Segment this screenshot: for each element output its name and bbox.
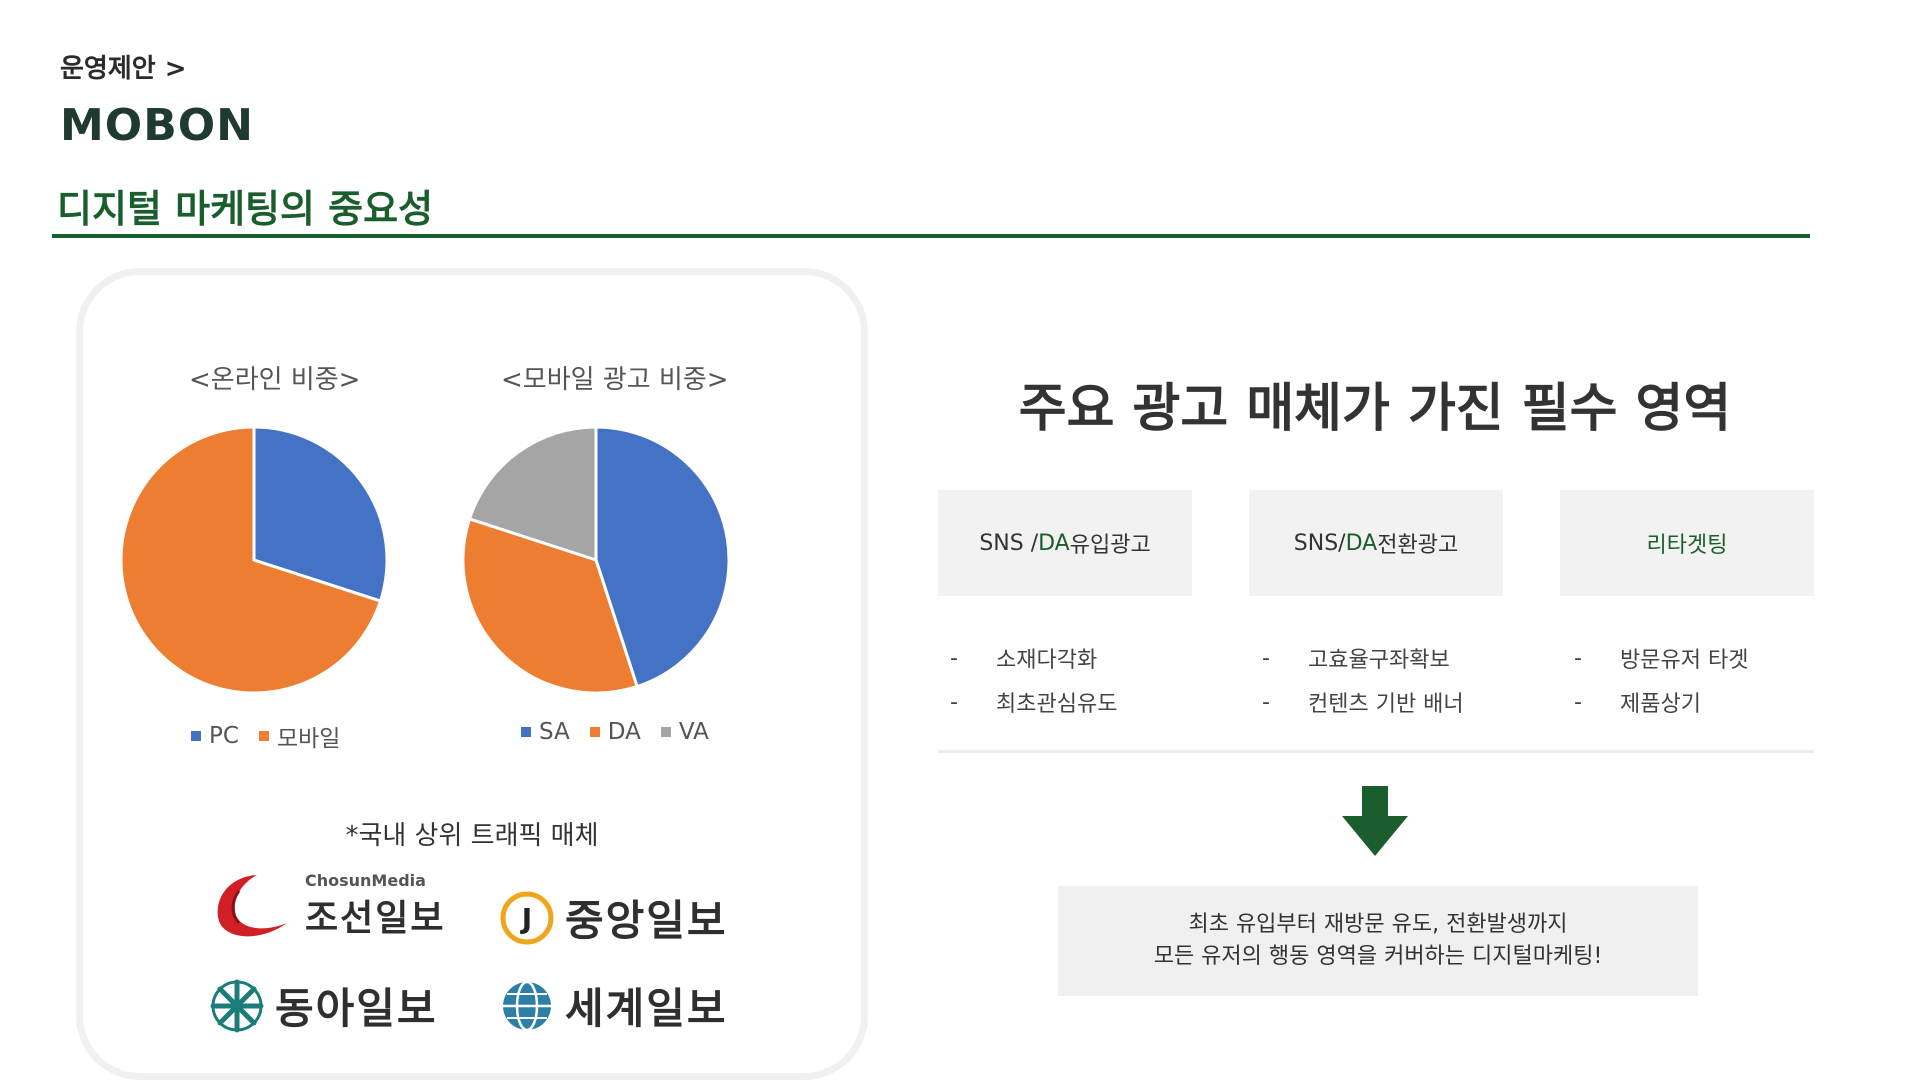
legend-swatch <box>660 727 671 737</box>
card-label-pre: SNS/ <box>1293 530 1346 556</box>
svg-text:J: J <box>520 902 532 935</box>
arrow-down-icon <box>1342 786 1408 856</box>
list-item: - 방문유저 타겟 <box>1574 636 1748 680</box>
legend-label: VA <box>678 719 709 745</box>
pie-chart-online <box>119 425 389 695</box>
brand-title: MOBON <box>60 100 254 151</box>
legend-item: VA <box>660 719 709 745</box>
bullet-list-inflow: - 소재다각화 - 최초관심유도 <box>950 636 1117 724</box>
list-item: - 제품상기 <box>1574 680 1748 724</box>
list-item: - 고효율구좌확보 <box>1262 636 1464 680</box>
slide: 운영제안 > MOBON 디지털 마케팅의 중요성 <온라인 비중> PC 모바일… <box>0 0 1920 1080</box>
logo-joongang: J 중앙일보 <box>499 887 728 948</box>
legend-item: DA <box>589 719 641 745</box>
pie-title-online: <온라인 비중> <box>189 365 361 395</box>
bullet-text: 고효율구좌확보 <box>1308 648 1450 673</box>
summary-box: 최초 유입부터 재방문 유도, 전환발생까지 모든 유저의 행동 영역을 커버하… <box>1058 886 1698 996</box>
legend-label: 모바일 <box>276 726 341 752</box>
summary-line-2: 모든 유저의 행동 영역을 커버하는 디지털마케팅! <box>1153 944 1603 969</box>
card-label-accent: DA <box>1038 530 1070 556</box>
bullet-text: 소재다각화 <box>996 648 1098 673</box>
logo-name-chosun: 조선일보 <box>305 898 446 939</box>
legend-item: 모바일 <box>258 719 341 753</box>
bullet-dash: - <box>1262 645 1270 671</box>
card-retargeting[interactable]: 리타겟팅 <box>1560 490 1814 596</box>
legend-swatch <box>589 727 600 737</box>
legend-online: PC 모바일 <box>191 719 340 753</box>
logo-chosun: ChosunMedia 조선일보 <box>209 871 445 943</box>
card-label-accent: DA <box>1345 530 1378 556</box>
bullet-dash: - <box>1262 689 1270 715</box>
list-item: - 컨텐츠 기반 배너 <box>1262 680 1464 724</box>
section-title: 주요 광고 매체가 가진 필수 영역 <box>1018 379 1732 439</box>
bullet-list-retargeting: - 방문유저 타겟 - 제품상기 <box>1574 636 1748 724</box>
card-label-post: 유입광고 <box>1069 533 1151 558</box>
chosun-media-label: ChosunMedia <box>305 871 426 890</box>
legend-mobile-ad: SA DA VA <box>521 719 709 745</box>
media-share-panel: <온라인 비중> PC 모바일 <모바일 광고 비중> SA DA VA *국내 상위… <box>76 268 868 1080</box>
card-label-pre: SNS / <box>979 530 1039 556</box>
summary-line-1: 최초 유입부터 재방문 유도, 전환발생까지 <box>1188 912 1568 937</box>
pie-title-mobile-ad: <모바일 광고 비중> <box>501 365 729 395</box>
legend-label: DA <box>607 719 641 745</box>
section-divider <box>938 750 1814 753</box>
legend-swatch <box>258 731 269 741</box>
segye-globe-icon <box>503 980 551 1031</box>
bullet-dash: - <box>1574 645 1582 671</box>
list-item: - 소재다각화 <box>950 636 1117 680</box>
bullet-text: 컨텐츠 기반 배너 <box>1308 692 1464 717</box>
card-sns-da-inflow[interactable]: SNS / DA 유입광고 <box>938 490 1192 596</box>
logo-name-joongang: 중앙일보 <box>565 896 728 945</box>
logo-name-donga: 동아일보 <box>275 984 438 1033</box>
logo-segye: 세계일보 <box>499 975 728 1036</box>
card-sns-da-conversion[interactable]: SNS/ DA 전환광고 <box>1249 490 1503 596</box>
joongang-j-icon: J <box>500 891 554 944</box>
bullet-list-conversion: - 고효율구좌확보 - 컨텐츠 기반 배너 <box>1262 636 1464 724</box>
media-note: *국내 상위 트래픽 매체 <box>345 821 599 851</box>
chosun-swoosh-icon <box>217 875 287 937</box>
legend-label: PC <box>209 723 239 749</box>
bullet-text: 방문유저 타겟 <box>1620 648 1749 673</box>
logo-donga: 동아일보 <box>209 975 438 1036</box>
card-label-accent: 리타겟팅 <box>1646 533 1728 558</box>
bullet-dash: - <box>950 689 958 715</box>
page-title: 디지털 마케팅의 중요성 <box>57 187 434 231</box>
title-divider <box>52 234 1810 238</box>
logo-name-segye: 세계일보 <box>565 984 728 1033</box>
card-label-post: 전환광고 <box>1377 533 1459 558</box>
breadcrumb[interactable]: 운영제안 > <box>60 48 187 85</box>
legend-swatch <box>191 731 201 741</box>
list-item: - 최초관심유도 <box>950 680 1117 724</box>
bullet-dash: - <box>1574 689 1582 715</box>
legend-swatch <box>521 727 531 737</box>
donga-snowflake-icon <box>210 979 264 1032</box>
legend-item: PC <box>191 719 239 753</box>
bullet-dash: - <box>950 645 958 671</box>
bullet-text: 최초관심유도 <box>996 692 1118 717</box>
bullet-text: 제품상기 <box>1620 692 1701 717</box>
legend-label: SA <box>539 719 570 745</box>
pie-chart-mobile-ad <box>461 425 731 695</box>
legend-item: SA <box>521 719 570 745</box>
